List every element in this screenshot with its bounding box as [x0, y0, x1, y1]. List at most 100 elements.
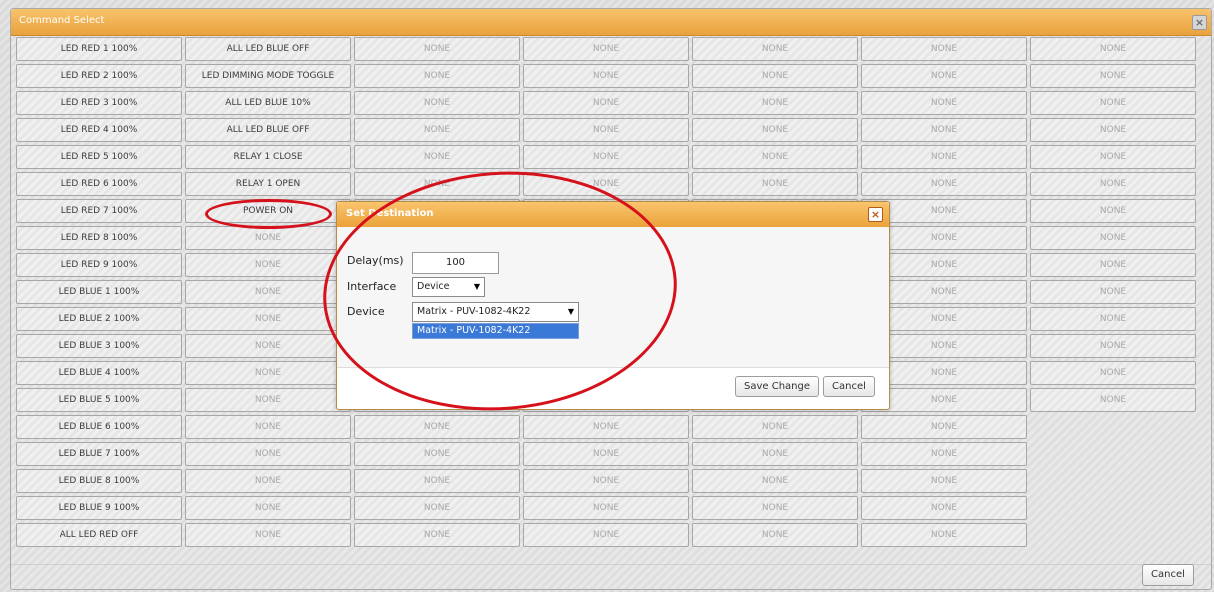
command-cell[interactable]: NONE [1030, 145, 1196, 169]
command-cell[interactable]: NONE [1030, 307, 1196, 331]
command-cell[interactable]: ALL LED BLUE OFF [185, 37, 351, 61]
command-cell[interactable]: NONE [523, 496, 689, 520]
command-cell[interactable]: NONE [354, 91, 520, 115]
command-cell[interactable]: LED BLUE 3 100% [16, 334, 182, 358]
command-cell[interactable]: NONE [354, 145, 520, 169]
command-cell[interactable]: NONE [692, 523, 858, 547]
command-cell[interactable]: NONE [523, 442, 689, 466]
command-cell[interactable]: NONE [523, 37, 689, 61]
command-cell[interactable]: LED RED 3 100% [16, 91, 182, 115]
command-cell[interactable]: NONE [861, 118, 1027, 142]
command-cell[interactable]: LED BLUE 4 100% [16, 361, 182, 385]
command-cell[interactable]: NONE [523, 118, 689, 142]
command-cell[interactable]: NONE [1030, 388, 1196, 412]
footer-divider [11, 564, 1211, 565]
command-cell[interactable]: NONE [1030, 199, 1196, 223]
command-cell[interactable]: NONE [185, 523, 351, 547]
command-cell[interactable]: LED DIMMING MODE TOGGLE [185, 64, 351, 88]
command-cell[interactable]: NONE [861, 91, 1027, 115]
command-cell[interactable]: NONE [861, 442, 1027, 466]
command-cell[interactable]: NONE [861, 415, 1027, 439]
command-cell[interactable]: LED RED 2 100% [16, 64, 182, 88]
command-select-title: Command Select [19, 15, 105, 26]
dialog-cancel-button[interactable]: Cancel [823, 376, 875, 397]
command-cell[interactable]: LED RED 7 100% [16, 199, 182, 223]
command-cell[interactable]: NONE [692, 37, 858, 61]
command-cell[interactable]: NONE [1030, 226, 1196, 250]
command-cell[interactable]: NONE [861, 496, 1027, 520]
command-cell[interactable]: ALL LED BLUE OFF [185, 118, 351, 142]
dialog-close-icon[interactable]: × [868, 207, 883, 222]
command-cell[interactable]: NONE [692, 91, 858, 115]
command-cell[interactable]: NONE [692, 172, 858, 196]
command-select-title-bar: Command Select × [11, 9, 1211, 36]
command-cell[interactable]: NONE [861, 523, 1027, 547]
command-cell[interactable]: NONE [1030, 253, 1196, 277]
command-cell[interactable]: NONE [185, 415, 351, 439]
command-cell[interactable]: NONE [354, 496, 520, 520]
command-cell[interactable]: ALL LED BLUE 10% [185, 91, 351, 115]
command-cell[interactable]: NONE [1030, 361, 1196, 385]
command-cell[interactable]: NONE [692, 145, 858, 169]
command-cell[interactable]: LED RED 8 100% [16, 226, 182, 250]
command-cell[interactable]: LED BLUE 1 100% [16, 280, 182, 304]
command-cell[interactable]: NONE [523, 523, 689, 547]
command-cell[interactable]: NONE [354, 415, 520, 439]
command-cell[interactable]: NONE [523, 145, 689, 169]
command-cell[interactable]: NONE [523, 469, 689, 493]
command-cell[interactable]: LED RED 9 100% [16, 253, 182, 277]
command-cell[interactable]: NONE [185, 334, 351, 358]
command-cell[interactable]: NONE [185, 226, 351, 250]
command-cell[interactable]: NONE [1030, 64, 1196, 88]
command-cell[interactable]: LED RED 5 100% [16, 145, 182, 169]
command-cell[interactable]: LED RED 4 100% [16, 118, 182, 142]
cancel-button[interactable]: Cancel [1142, 564, 1194, 586]
command-cell[interactable]: NONE [692, 496, 858, 520]
command-cell[interactable]: LED RED 1 100% [16, 37, 182, 61]
command-cell[interactable]: RELAY 1 CLOSE [185, 145, 351, 169]
command-cell[interactable]: NONE [861, 145, 1027, 169]
command-cell[interactable]: NONE [861, 469, 1027, 493]
command-cell[interactable]: NONE [354, 118, 520, 142]
command-cell[interactable]: LED BLUE 6 100% [16, 415, 182, 439]
annotation-circle-power-on [205, 199, 332, 229]
command-cell[interactable]: NONE [861, 64, 1027, 88]
command-cell[interactable]: NONE [523, 91, 689, 115]
command-cell[interactable]: NONE [1030, 37, 1196, 61]
command-cell[interactable]: LED BLUE 9 100% [16, 496, 182, 520]
command-cell[interactable]: NONE [861, 37, 1027, 61]
command-cell[interactable]: NONE [185, 361, 351, 385]
command-cell[interactable]: NONE [354, 523, 520, 547]
command-cell[interactable]: NONE [692, 469, 858, 493]
command-cell[interactable]: NONE [692, 442, 858, 466]
command-cell[interactable]: NONE [692, 118, 858, 142]
command-cell[interactable]: LED BLUE 2 100% [16, 307, 182, 331]
command-cell[interactable]: NONE [1030, 280, 1196, 304]
command-cell[interactable]: LED BLUE 5 100% [16, 388, 182, 412]
empty-slot [1030, 442, 1196, 466]
command-cell[interactable]: NONE [523, 64, 689, 88]
command-cell[interactable]: NONE [354, 37, 520, 61]
command-cell[interactable]: NONE [692, 415, 858, 439]
command-cell[interactable]: NONE [354, 442, 520, 466]
command-cell[interactable]: NONE [1030, 118, 1196, 142]
save-change-button[interactable]: Save Change [735, 376, 819, 397]
command-cell[interactable]: LED RED 6 100% [16, 172, 182, 196]
command-cell[interactable]: NONE [185, 469, 351, 493]
command-cell[interactable]: NONE [523, 415, 689, 439]
command-cell[interactable]: NONE [1030, 334, 1196, 358]
command-cell[interactable]: NONE [185, 442, 351, 466]
command-cell[interactable]: NONE [354, 469, 520, 493]
command-cell[interactable]: NONE [185, 496, 351, 520]
command-cell[interactable]: NONE [692, 64, 858, 88]
command-cell[interactable]: NONE [354, 64, 520, 88]
command-cell[interactable]: LED BLUE 7 100% [16, 442, 182, 466]
command-select-close-icon[interactable]: × [1192, 15, 1207, 30]
command-cell[interactable]: NONE [185, 388, 351, 412]
command-cell[interactable]: RELAY 1 OPEN [185, 172, 351, 196]
command-cell[interactable]: NONE [1030, 91, 1196, 115]
command-cell[interactable]: NONE [1030, 172, 1196, 196]
command-cell[interactable]: ALL LED RED OFF [16, 523, 182, 547]
command-cell[interactable]: NONE [861, 172, 1027, 196]
command-cell[interactable]: LED BLUE 8 100% [16, 469, 182, 493]
